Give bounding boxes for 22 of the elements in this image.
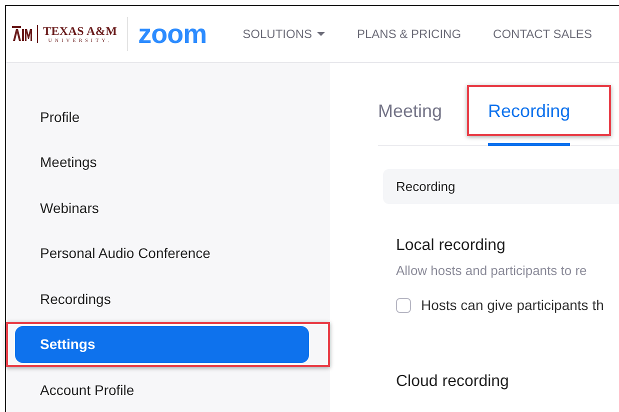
sidebar-item[interactable]: Recordings — [15, 280, 309, 318]
checkbox-label: Hosts can give participants th — [421, 297, 604, 313]
nav-link[interactable]: PLANS & PRICING — [357, 27, 462, 41]
sidebar-item[interactable]: Account Profile — [15, 371, 309, 408]
sidebar-item[interactable]: Meetings — [15, 144, 309, 181]
sidebar-item[interactable]: Webinars — [15, 189, 309, 226]
nav-link[interactable]: SOLUTIONS — [242, 27, 325, 41]
section-bar: Recording — [383, 169, 619, 204]
checkbox[interactable] — [396, 298, 411, 312]
sidebar-item[interactable]: Personal Audio Conference — [15, 234, 309, 272]
sidebar-item[interactable]: Settings — [15, 326, 309, 363]
section-description: Allow hosts and participants to re — [396, 263, 588, 278]
nav-link[interactable]: CONTACT SALES — [493, 27, 592, 41]
caret-icon — [317, 32, 325, 36]
sidebar-item[interactable]: Profile — [15, 98, 309, 136]
tab[interactable]: Meeting — [378, 101, 442, 145]
zoom-logo[interactable]: zoom — [138, 20, 207, 48]
section-title: Cloud recording — [396, 373, 510, 391]
logo-icon — [12, 26, 32, 42]
university-name: TEXAS A&M — [43, 24, 118, 38]
section-title: Local recording — [396, 237, 506, 255]
tab[interactable]: Recording — [488, 101, 570, 145]
